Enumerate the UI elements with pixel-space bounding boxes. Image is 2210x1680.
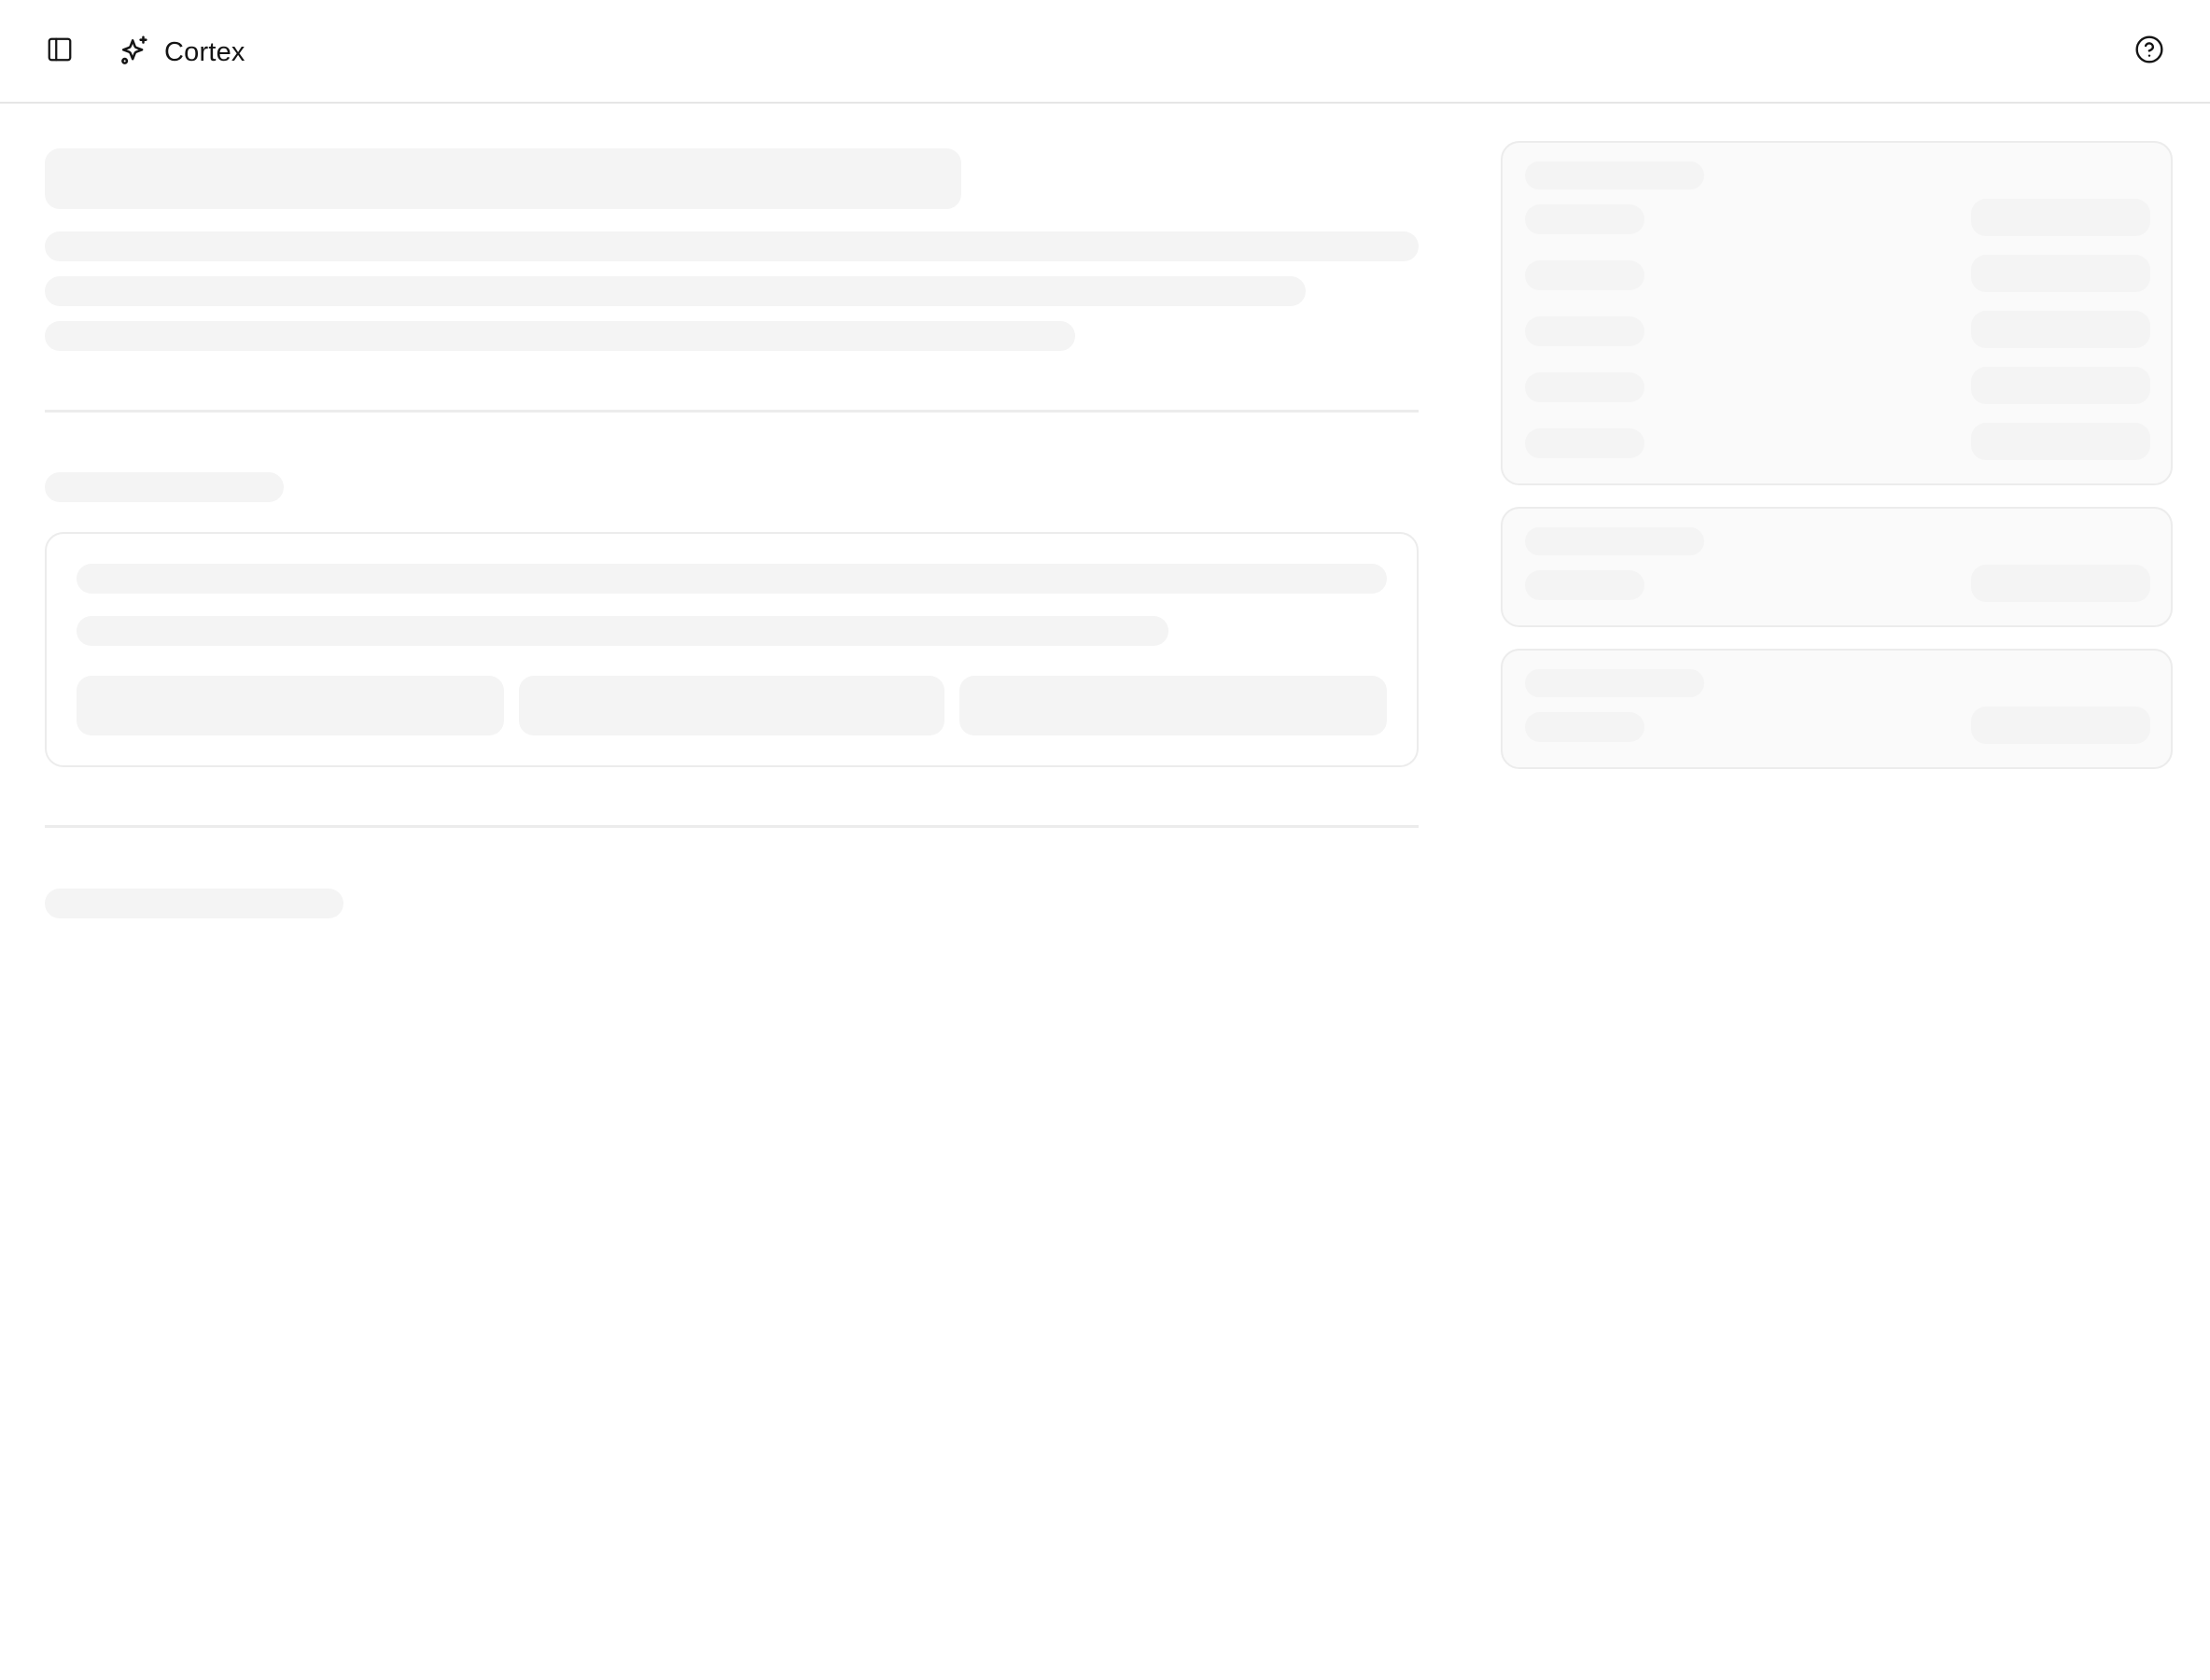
- summary-card-skeleton: [1501, 649, 2173, 769]
- top-bar: Cortex: [0, 0, 2210, 104]
- row-value-skeleton: [1971, 423, 2150, 460]
- row-value-skeleton: [1971, 707, 2150, 744]
- sidebar-panel-icon: [46, 35, 74, 68]
- section-divider: [45, 410, 1419, 413]
- sparkles-icon: [119, 35, 151, 71]
- text-line-skeleton: [45, 231, 1419, 261]
- brand[interactable]: Cortex: [119, 28, 245, 77]
- row-label-skeleton: [1525, 260, 1644, 290]
- row-label-skeleton: [1525, 316, 1644, 346]
- row-label-skeleton: [1525, 204, 1644, 234]
- details-card-skeleton: [1501, 141, 2173, 485]
- text-line-skeleton: [45, 321, 1075, 351]
- title-skeleton: [45, 148, 961, 209]
- help-button[interactable]: [2123, 25, 2175, 77]
- row-value-skeleton: [1971, 565, 2150, 602]
- card-title-skeleton: [1525, 669, 1704, 697]
- option-skeleton: [77, 676, 504, 735]
- row-label-skeleton: [1525, 570, 1644, 600]
- text-line-skeleton: [45, 276, 1306, 306]
- help-circle-icon: [2134, 35, 2164, 69]
- text-line-skeleton: [77, 616, 1168, 646]
- content-card-skeleton: [45, 532, 1419, 767]
- option-skeleton: [959, 676, 1387, 735]
- section-divider: [45, 825, 1419, 828]
- row-label-skeleton: [1525, 712, 1644, 742]
- section-heading-skeleton: [45, 889, 343, 918]
- section-heading-skeleton: [45, 472, 284, 502]
- card-title-skeleton: [1525, 527, 1704, 555]
- row-value-skeleton: [1971, 199, 2150, 236]
- row-value-skeleton: [1971, 367, 2150, 404]
- sidebar-toggle-button[interactable]: [34, 25, 86, 77]
- text-line-skeleton: [77, 564, 1387, 594]
- option-skeleton: [519, 676, 944, 735]
- card-title-skeleton: [1525, 161, 1704, 189]
- brand-name: Cortex: [164, 36, 245, 67]
- row-label-skeleton: [1525, 428, 1644, 458]
- row-label-skeleton: [1525, 372, 1644, 402]
- row-value-skeleton: [1971, 311, 2150, 348]
- summary-card-skeleton: [1501, 507, 2173, 627]
- row-value-skeleton: [1971, 255, 2150, 292]
